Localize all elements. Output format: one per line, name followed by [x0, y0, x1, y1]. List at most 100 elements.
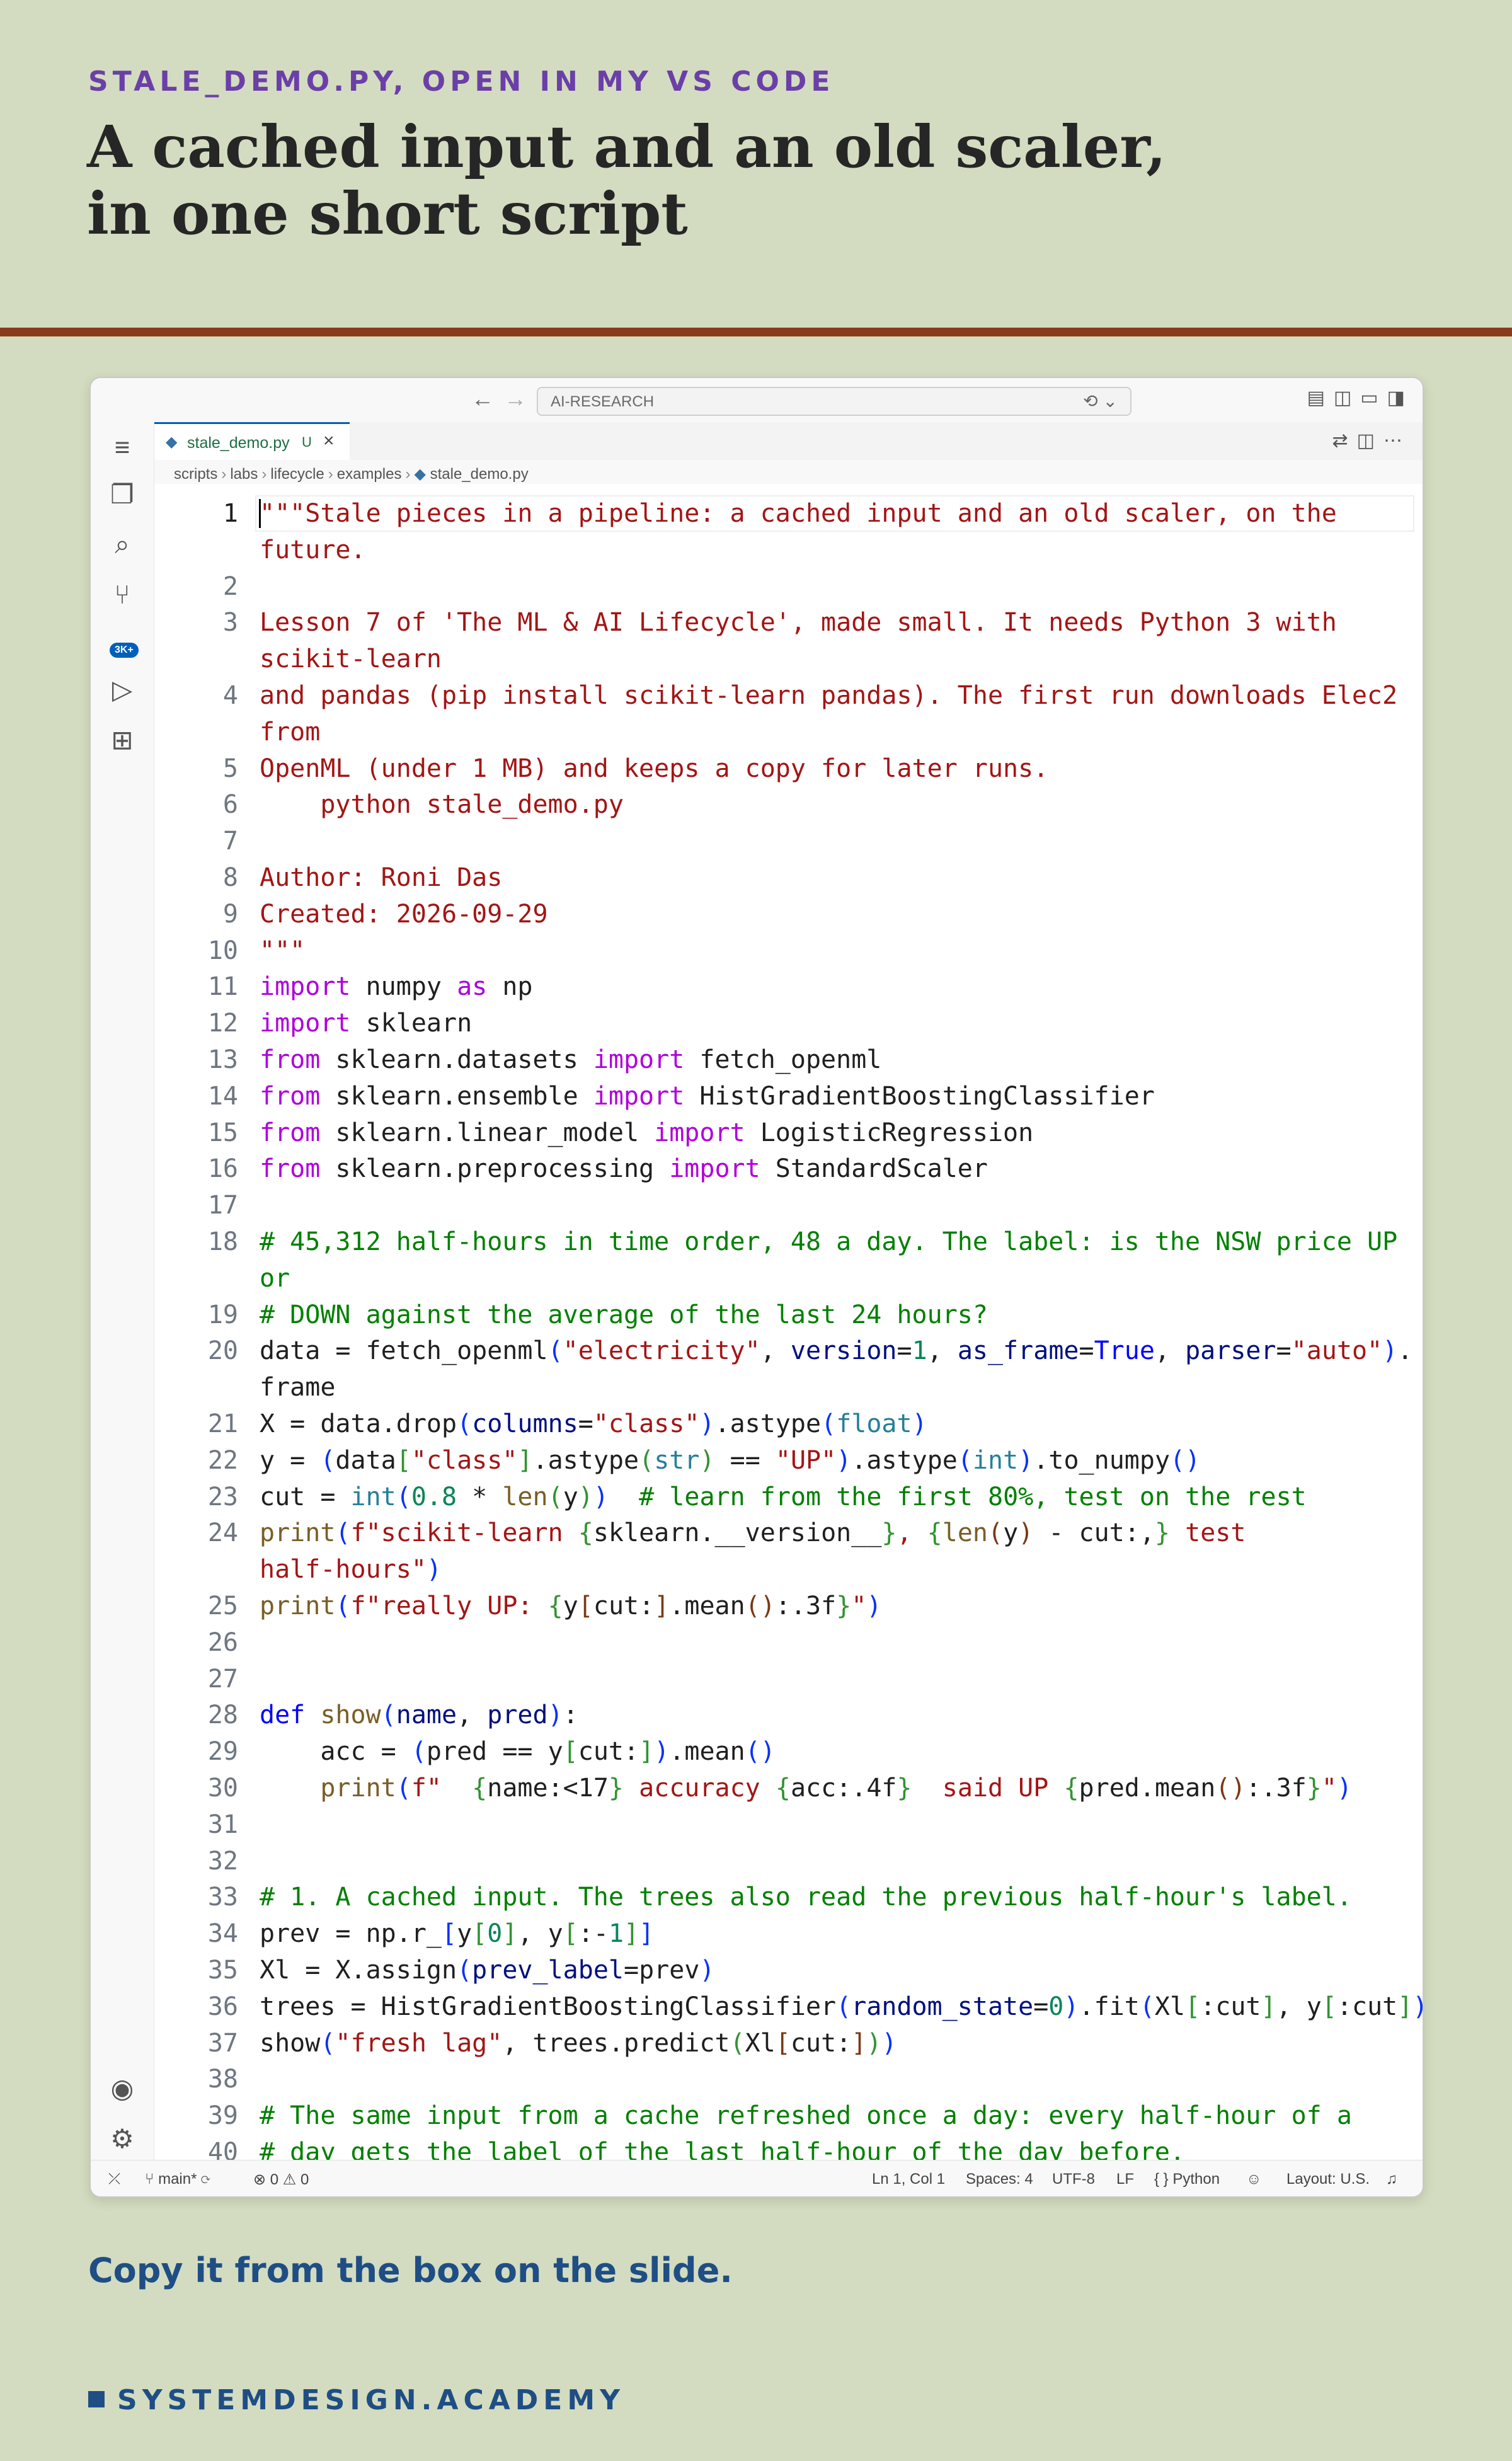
- extensions-icon[interactable]: ⊞: [107, 725, 137, 755]
- code-text: data = fetch_openml("electricity", versi…: [260, 1333, 1412, 1369]
- command-center[interactable]: AI-RESEARCH ⟲ ⌄: [537, 387, 1131, 416]
- language-status[interactable]: { } Python: [1154, 2171, 1220, 2188]
- code-line[interactable]: frame: [154, 1369, 1423, 1406]
- code-line[interactable]: 27: [154, 1661, 1423, 1697]
- code-token: ): [881, 2029, 897, 2058]
- code-line[interactable]: 22 y = (data["class"].astype(str) == "UP"…: [154, 1442, 1423, 1479]
- code-line[interactable]: 37 show("fresh lag", trees.predict(Xl[cut…: [154, 2025, 1423, 2062]
- code-line[interactable]: 30 print(f" {name:<17} accuracy {acc:.4f…: [154, 1770, 1423, 1806]
- layout-controls[interactable]: ▤◫▭◨: [1307, 387, 1414, 409]
- copilot-chat-icon[interactable]: ⟲ ⌄: [1083, 391, 1118, 411]
- code-token: sklearn: [350, 1009, 472, 1038]
- tab-close-icon[interactable]: ×: [323, 430, 335, 452]
- code-line[interactable]: 16 from sklearn.preprocessing import Stan…: [154, 1150, 1423, 1187]
- forward-arrow-icon[interactable]: →: [504, 386, 527, 412]
- code-line[interactable]: 11 import numpy as np: [154, 968, 1423, 1005]
- status-bar: ⤫ ⑂ main* ⟳ ⊗ 0 ⚠ 0 Ln 1, Col 1 Spaces: …: [91, 2160, 1423, 2196]
- code-line[interactable]: 5 OpenML (under 1 MB) and keeps a copy fo…: [154, 750, 1423, 787]
- code-line[interactable]: 14 from sklearn.ensemble import HistGradi…: [154, 1078, 1423, 1115]
- code-line[interactable]: 13 from sklearn.datasets import fetch_ope…: [154, 1041, 1423, 1078]
- code-line[interactable]: 33 # 1. A cached input. The trees also re…: [154, 1879, 1423, 1915]
- code-line[interactable]: 6 python stale_demo.py: [154, 786, 1423, 823]
- code-line[interactable]: 20 data = fetch_openml("electricity", ver…: [154, 1333, 1423, 1369]
- code-line[interactable]: 19 # DOWN against the average of the last…: [154, 1297, 1423, 1333]
- keyboard-layout-status[interactable]: Layout: U.S.: [1286, 2171, 1370, 2188]
- back-arrow-icon[interactable]: ←: [471, 386, 494, 412]
- eol-status[interactable]: LF: [1116, 2171, 1134, 2188]
- code-line[interactable]: 8 Author: Roni Das: [154, 859, 1423, 896]
- explorer-icon[interactable]: ❐: [107, 479, 137, 510]
- breadcrumb-item[interactable]: labs: [230, 466, 258, 483]
- editor-actions[interactable]: ⇄◫⋯: [1332, 430, 1411, 452]
- search-icon[interactable]: ⌕: [107, 529, 137, 560]
- breadcrumb-item[interactable]: stale_demo.py: [430, 466, 529, 483]
- code-token: (: [1139, 1992, 1155, 2021]
- code-line[interactable]: 26: [154, 1624, 1423, 1661]
- code-token: (: [821, 1409, 837, 1438]
- menu-icon[interactable]: ≡: [107, 432, 137, 462]
- breadcrumb-item[interactable]: lifecycle: [270, 466, 324, 483]
- code-line[interactable]: 18 # 45,312 half-hours in time order, 48 …: [154, 1224, 1423, 1260]
- code-line[interactable]: 23 cut = int(0.8 * len(y)) # learn from t…: [154, 1479, 1423, 1515]
- language-name: Python: [1172, 2171, 1220, 2188]
- code-line[interactable]: 2: [154, 568, 1423, 605]
- branch-status[interactable]: ⑂ main* ⟳: [145, 2171, 210, 2188]
- code-line[interactable]: 24 print(f"scikit-learn {sklearn.__versio…: [154, 1515, 1423, 1551]
- remote-icon[interactable]: ⤫: [108, 2171, 120, 2188]
- line-number: 15: [207, 1118, 238, 1147]
- code-line[interactable]: 36 trees = HistGradientBoostingClassifier…: [154, 1988, 1423, 2025]
- code-token: y: [457, 1919, 472, 1948]
- cursor-position[interactable]: Ln 1, Col 1: [872, 2171, 945, 2188]
- code-line[interactable]: 12 import sklearn: [154, 1005, 1423, 1041]
- code-line[interactable]: 35 Xl = X.assign(prev_label=prev): [154, 1952, 1423, 1988]
- code-line[interactable]: scikit-learn: [154, 641, 1423, 677]
- breadcrumb-item[interactable]: examples: [337, 466, 402, 483]
- code-text: python stale_demo.py: [260, 786, 624, 823]
- code-token: # The same input from a cache refreshed …: [260, 2101, 1352, 2130]
- code-line[interactable]: 1 """Stale pieces in a pipeline: a cached…: [154, 495, 1423, 532]
- code-token: print: [260, 1518, 336, 1547]
- code-token: .astype: [714, 1409, 822, 1438]
- code-line[interactable]: half-hours"): [154, 1551, 1423, 1588]
- code-line[interactable]: from: [154, 714, 1423, 750]
- indentation-status[interactable]: Spaces: 4: [966, 2171, 1033, 2188]
- line-number: 35: [207, 1956, 238, 1985]
- code-token: ): [1412, 1992, 1423, 2021]
- notifications-bell-icon[interactable]: ♫: [1386, 2171, 1397, 2188]
- code-token: as: [457, 972, 488, 1001]
- code-line[interactable]: 3 Lesson 7 of 'The ML & AI Lifecycle', ma…: [154, 604, 1423, 641]
- source-control-icon[interactable]: ⑂: [107, 580, 137, 610]
- code-line[interactable]: 32: [154, 1843, 1423, 1879]
- code-token: 0.8: [411, 1483, 457, 1512]
- code-line[interactable]: 4 and pandas (pip install scikit-learn pa…: [154, 677, 1423, 714]
- code-line[interactable]: 38: [154, 2061, 1423, 2097]
- line-number: 33: [207, 1883, 238, 1912]
- code-line[interactable]: 34 prev = np.r_[y[0], y[:-1]]: [154, 1915, 1423, 1952]
- code-line[interactable]: 39 # The same input from a cache refreshe…: [154, 2097, 1423, 2134]
- account-icon[interactable]: ◉: [107, 2073, 137, 2104]
- code-line[interactable]: 28 def show(name, pred):: [154, 1697, 1423, 1733]
- code-token: import: [593, 1082, 685, 1111]
- settings-gear-icon[interactable]: ⚙: [107, 2123, 137, 2154]
- code-line[interactable]: 15 from sklearn.linear_model import Logis…: [154, 1115, 1423, 1151]
- code-line[interactable]: 40 # day gets the label of the last half-…: [154, 2134, 1423, 2160]
- code-line[interactable]: 31: [154, 1806, 1423, 1843]
- code-line[interactable]: 17: [154, 1187, 1423, 1224]
- code-line[interactable]: 10 """: [154, 932, 1423, 969]
- code-line[interactable]: or: [154, 1260, 1423, 1297]
- copilot-status-icon[interactable]: ☺: [1246, 2171, 1262, 2188]
- code-line[interactable]: 25 print(f"really UP: {y[cut:].mean():.3f…: [154, 1588, 1423, 1624]
- code-line[interactable]: 7: [154, 823, 1423, 859]
- breadcrumb-item[interactable]: scripts: [174, 466, 217, 483]
- code-line[interactable]: 21 X = data.drop(columns="class").astype(…: [154, 1406, 1423, 1442]
- run-debug-icon[interactable]: ▷: [107, 674, 137, 705]
- tab-stale-demo[interactable]: ◆ stale_demo.py U ×: [154, 422, 350, 460]
- problems-status[interactable]: ⊗ 0 ⚠ 0: [253, 2171, 309, 2189]
- code-token: acc:.4f: [790, 1774, 897, 1803]
- activity-bar: ≡ ❐ ⌕ ⑂ 3K+ ▷ ⊞ ◉ ⚙: [91, 422, 154, 2160]
- code-line[interactable]: future.: [154, 532, 1423, 568]
- code-line[interactable]: 9 Created: 2026-09-29: [154, 896, 1423, 932]
- code-editor[interactable]: 1 """Stale pieces in a pipeline: a cached…: [154, 484, 1423, 2160]
- code-line[interactable]: 29 acc = (pred == y[cut:]).mean(): [154, 1733, 1423, 1770]
- encoding-status[interactable]: UTF-8: [1052, 2171, 1095, 2188]
